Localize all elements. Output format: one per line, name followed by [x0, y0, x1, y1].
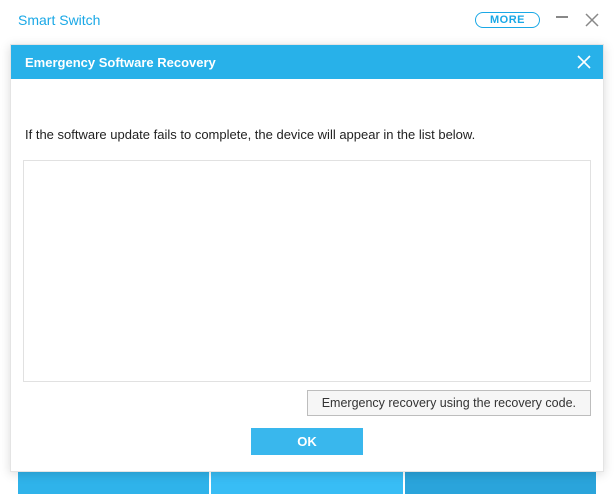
dialog-header: Emergency Software Recovery	[11, 45, 603, 79]
background-tabs	[18, 470, 596, 494]
main-window-header: Smart Switch MORE	[0, 0, 614, 40]
recovery-code-button[interactable]: Emergency recovery using the recovery co…	[307, 390, 591, 416]
device-list[interactable]	[23, 160, 591, 382]
ok-row: OK	[23, 428, 591, 455]
dialog-instruction: If the software update fails to complete…	[23, 127, 591, 142]
minimize-icon	[556, 16, 568, 18]
background-tab	[405, 470, 596, 494]
more-button[interactable]: MORE	[475, 12, 540, 28]
main-close-button[interactable]	[584, 12, 600, 28]
app-title: Smart Switch	[18, 12, 475, 28]
recovery-code-row: Emergency recovery using the recovery co…	[23, 390, 591, 416]
minimize-button[interactable]	[554, 16, 570, 24]
close-icon	[577, 55, 591, 69]
background-tab	[211, 470, 402, 494]
recovery-dialog: Emergency Software Recovery If the softw…	[10, 44, 604, 472]
dialog-close-button[interactable]	[577, 55, 591, 69]
close-icon	[584, 12, 600, 28]
dialog-body: If the software update fails to complete…	[11, 79, 603, 471]
ok-button[interactable]: OK	[251, 428, 363, 455]
background-tab	[18, 470, 209, 494]
dialog-title: Emergency Software Recovery	[25, 55, 577, 70]
